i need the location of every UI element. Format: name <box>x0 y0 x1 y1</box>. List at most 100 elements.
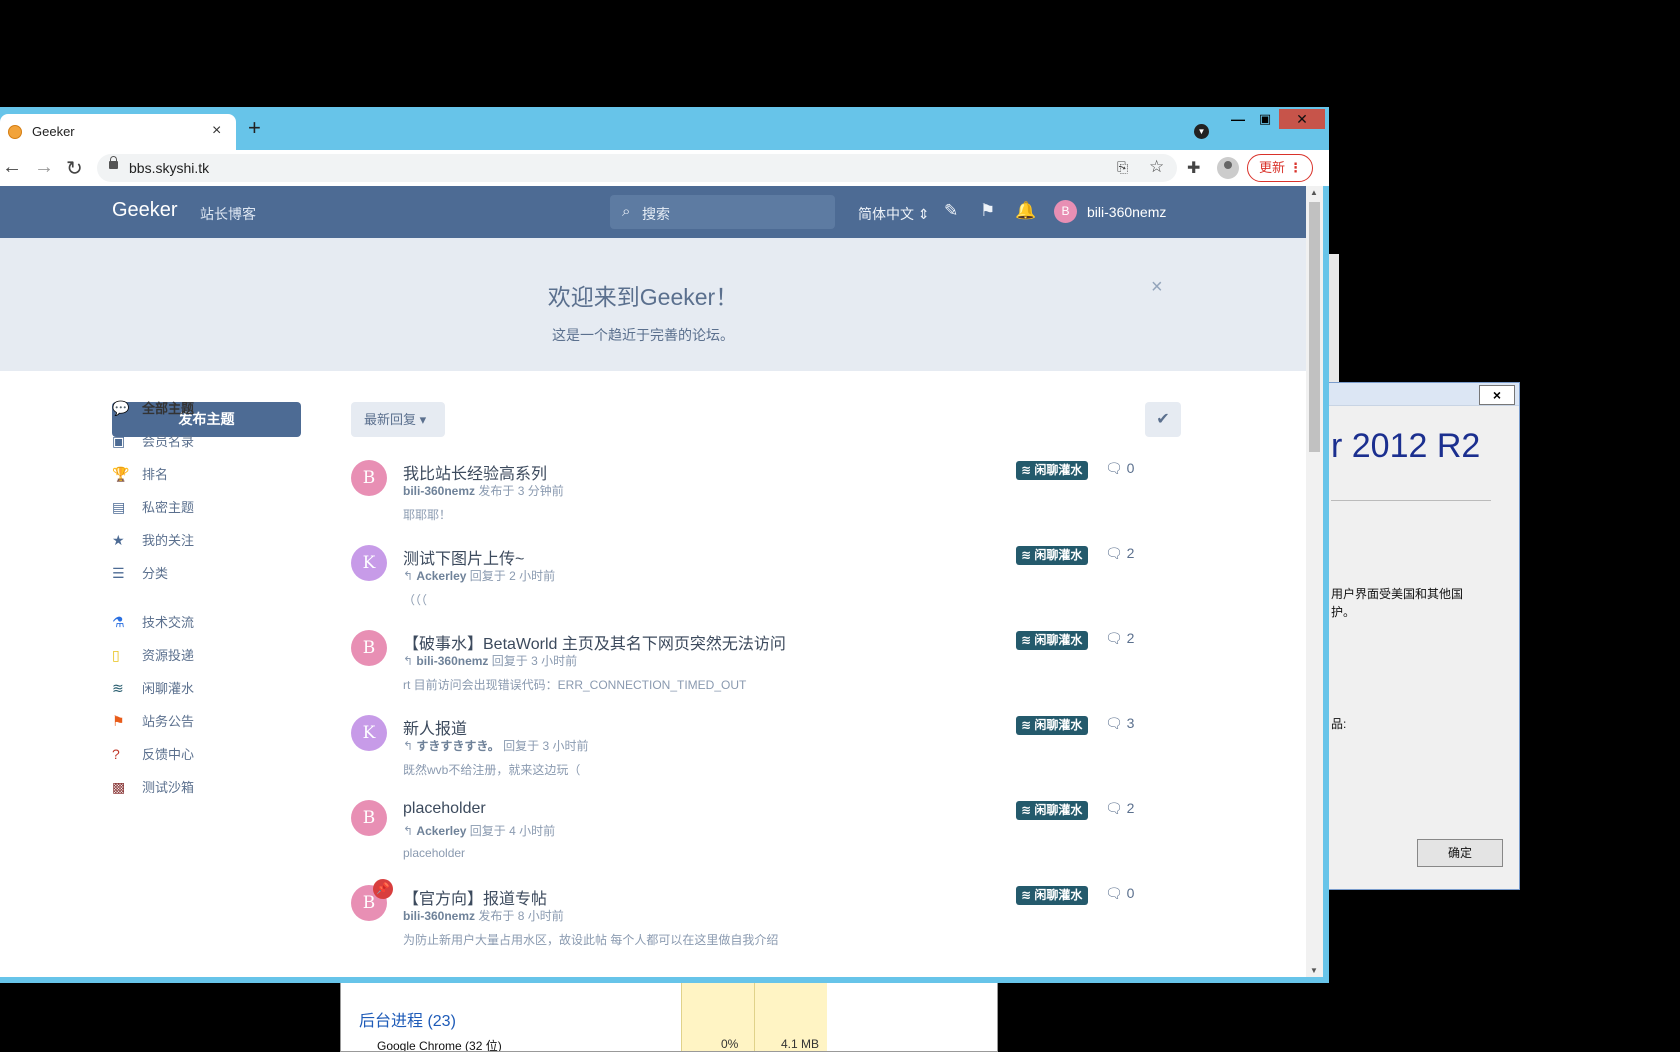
ok-button[interactable]: 确定 <box>1417 839 1503 867</box>
mark-all-read-button[interactable]: ✔ <box>1145 402 1181 437</box>
sidebar-item-casual-chat[interactable]: ≋ 闲聊灌水 <box>112 678 194 700</box>
sidebar-item-tags[interactable]: ☰ 分类 <box>112 563 168 585</box>
discussion-item[interactable]: B 我比站长经验高系列 bili-360nemz 发布于 3 分钟前 耶耶耶！ ≋ 闲聊… <box>351 460 1181 546</box>
scroll-down-icon[interactable]: ▼ <box>1310 966 1318 975</box>
reply-icon: ↰ <box>403 569 414 583</box>
discussion-author[interactable]: bili-360nemz <box>403 909 475 923</box>
discussion-title[interactable]: 测试下图片上传~ <box>403 545 524 569</box>
discussion-author[interactable]: bili-360nemz <box>403 484 475 498</box>
sidebar-item-test-sandbox[interactable]: ▩ 测试沙箱 <box>112 777 194 799</box>
reply-count[interactable]: 🗨︎ 0 <box>1105 460 1134 477</box>
discussion-author[interactable]: すきすきすき。 <box>416 739 499 753</box>
sort-dropdown[interactable]: 最新回复 ▾ <box>351 402 445 437</box>
lock-icon[interactable] <box>109 156 118 169</box>
new-tab-button[interactable]: + <box>248 117 261 139</box>
reply-count-value: 0 <box>1126 885 1135 901</box>
tag-badge[interactable]: ≋ 闲聊灌水 <box>1016 716 1089 735</box>
tab-search-icon[interactable]: ▼ <box>1194 124 1209 139</box>
url-text[interactable]: bbs.skyshi.tk <box>129 160 209 176</box>
discussion-author[interactable]: bili-360nemz <box>416 654 488 668</box>
reply-count[interactable]: 🗨︎ 2 <box>1105 630 1134 647</box>
language-selector[interactable]: 简体中文 ⇕ <box>858 204 930 224</box>
process-group-header[interactable]: 后台进程 (23) <box>359 1007 456 1031</box>
avatar[interactable]: B <box>351 460 387 496</box>
copyright-text: 用户界面受美国和其他国 <box>1331 587 1464 601</box>
discussion-item[interactable]: B 📌 【官方向】报道专帖 bili-360nemz 发布于 8 小时前 为防止新用户大… <box>351 879 1181 971</box>
reload-icon[interactable]: ↻ <box>66 156 83 181</box>
menu-dots-icon[interactable]: ⋮ <box>1289 155 1302 181</box>
avatar[interactable]: B <box>1054 200 1077 223</box>
cpu-column <box>681 981 754 1051</box>
dialog-close-button[interactable]: × <box>1479 385 1515 405</box>
discussion-author[interactable]: Ackerley <box>416 824 466 838</box>
tag-badge[interactable]: ≋ 闲聊灌水 <box>1016 631 1089 650</box>
discussion-title[interactable]: 我比站长经验高系列 <box>403 460 547 484</box>
compose-icon[interactable]: ✎ <box>944 201 958 221</box>
sidebar-item-members[interactable]: ▣ 会员名录 <box>112 431 194 453</box>
window-maximize-button[interactable]: ▣ <box>1252 109 1278 129</box>
reply-count[interactable]: 🗨︎ 2 <box>1105 545 1134 562</box>
discussion-excerpt: 为防止新用户大量占用水区，故设此帖 每个人都可以在这里做自我介绍 <box>403 933 779 947</box>
discussion-title[interactable]: 【破事水】BetaWorld 主页及其名下网页突然无法访问 <box>403 630 786 654</box>
sidebar-item-label: 我的关注 <box>142 533 195 548</box>
sidebar-item-all-discussions[interactable]: 💬 全部主题 <box>112 398 194 420</box>
bell-icon[interactable]: 🔔 <box>1015 201 1036 221</box>
sidebar-item-following[interactable]: ★ 我的关注 <box>112 530 194 552</box>
extensions-puzzle-icon[interactable]: ✚ <box>1187 158 1200 178</box>
sidebar-item-label: 技术交流 <box>142 615 195 630</box>
avatar[interactable]: B <box>351 630 387 666</box>
blog-link[interactable]: 站长博客 <box>200 204 256 224</box>
browser-tab[interactable]: Geeker × <box>0 114 236 150</box>
avatar[interactable]: K <box>351 545 387 581</box>
reply-count[interactable]: 🗨︎ 3 <box>1105 715 1134 732</box>
tab-close-icon[interactable]: × <box>212 122 221 140</box>
tag-badge[interactable]: ≋ 闲聊灌水 <box>1016 546 1089 565</box>
forward-arrow-icon[interactable]: → <box>34 156 54 179</box>
sidebar-item-label: 站务公告 <box>142 714 195 729</box>
tag-badge[interactable]: ≋ 闲聊灌水 <box>1016 461 1089 480</box>
reply-count[interactable]: 🗨︎ 2 <box>1105 800 1134 817</box>
update-button[interactable]: 更新 ⋮ <box>1247 154 1313 182</box>
avatar[interactable]: K <box>351 715 387 751</box>
feedback-center-icon: ? <box>112 746 120 762</box>
discussion-item[interactable]: K 新人报道 ↰ すきすきすき。 回复于 3 小时前 既然wvb不给注册，就来这边玩（… <box>351 715 1181 801</box>
rankings-icon: 🏆 <box>112 466 130 482</box>
window-close-button[interactable]: ✕ <box>1279 109 1325 129</box>
tag-badge[interactable]: ≋ 闲聊灌水 <box>1016 801 1089 820</box>
avatar[interactable]: B <box>351 800 387 836</box>
scroll-up-icon[interactable]: ▲ <box>1310 188 1318 197</box>
hero-close-icon[interactable]: × <box>1151 276 1163 299</box>
task-manager-window: 后台进程 (23) Google Chrome (32 位) 0% 4.1 MB <box>340 980 998 1052</box>
sidebar-item-rankings[interactable]: 🏆 排名 <box>112 464 168 486</box>
search-input[interactable]: ⌕ 搜索 <box>610 195 835 229</box>
reply-count[interactable]: 🗨︎ 0 <box>1105 885 1134 902</box>
reply-count-value: 2 <box>1126 545 1135 561</box>
discussion-item[interactable]: K 测试下图片上传~ ↰ Ackerley 回复于 2 小时前 （（（ ≋ 闲聊灌水 🗨︎… <box>351 545 1181 631</box>
sidebar-item-tech-exchange[interactable]: ⚗ 技术交流 <box>112 612 194 634</box>
discussion-item[interactable]: B 【破事水】BetaWorld 主页及其名下网页突然无法访问 ↰ bili-360… <box>351 630 1181 716</box>
discussion-author[interactable]: Ackerley <box>416 569 466 583</box>
sidebar-item-private-discussions[interactable]: ▤ 私密主题 <box>112 497 194 519</box>
casual-chat-icon: ≋ <box>112 680 124 696</box>
sidebar-item-feedback-center[interactable]: ? 反馈中心 <box>112 744 194 766</box>
username-menu[interactable]: bili-360nemz <box>1087 204 1166 220</box>
sidebar-item-resource-submission[interactable]: ▯ 资源投递 <box>112 645 194 667</box>
page-scrollbar[interactable]: ▲ ▼ <box>1306 186 1323 977</box>
bookmark-star-icon[interactable]: ☆ <box>1149 157 1164 177</box>
sidebar-item-site-announcements[interactable]: ⚑ 站务公告 <box>112 711 194 733</box>
forum-logo[interactable]: Geeker <box>112 199 178 222</box>
profile-avatar-icon[interactable] <box>1217 157 1239 179</box>
discussion-title[interactable]: placeholder <box>403 800 486 818</box>
flag-icon[interactable]: ⚑ <box>980 201 995 221</box>
address-bar[interactable]: bbs.skyshi.tk ⎘ ☆ <box>97 154 1177 182</box>
window-minimize-button[interactable]: — <box>1225 109 1251 129</box>
install-app-icon[interactable]: ⎘ <box>1117 159 1128 176</box>
sidebar-item-label: 测试沙箱 <box>142 780 195 795</box>
discussion-title[interactable]: 新人报道 <box>403 715 467 739</box>
discussion-item[interactable]: Bplaceholder ↰ Ackerley 回复于 4 小时前 placehol… <box>351 800 1181 886</box>
scroll-thumb[interactable] <box>1309 202 1320 452</box>
discussion-title[interactable]: 【官方向】报道专帖 <box>403 885 547 909</box>
back-arrow-icon[interactable]: ← <box>2 156 22 179</box>
discussion-meta: ↰ すきすきすき。 回复于 3 小时前 <box>403 737 589 754</box>
tag-badge[interactable]: ≋ 闲聊灌水 <box>1016 886 1089 905</box>
